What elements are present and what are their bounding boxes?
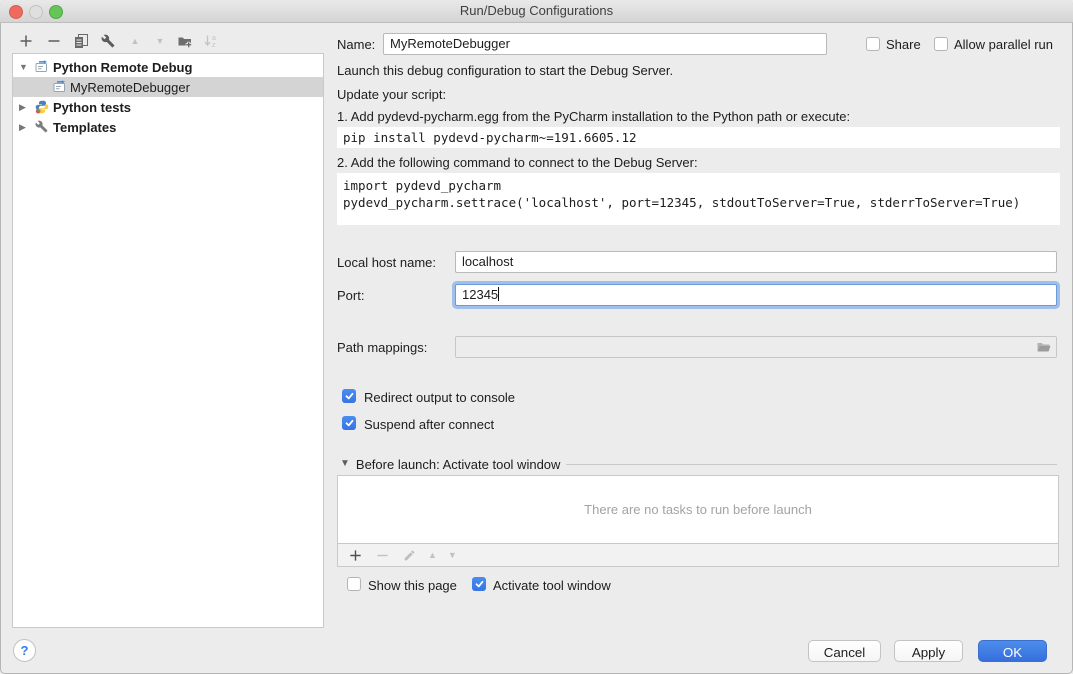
check-icon	[344, 418, 355, 428]
wrench-icon	[35, 120, 48, 136]
question-mark-icon: ?	[21, 643, 29, 658]
python-tests-icon	[35, 100, 49, 117]
wrench-icon	[101, 34, 115, 48]
browse-path-mappings-button[interactable]	[1036, 339, 1052, 355]
tree-item-python-remote-debug[interactable]: ▼ Python Remote Debug	[13, 57, 323, 77]
share-checkbox[interactable]	[866, 37, 880, 51]
svg-text:a: a	[212, 35, 216, 42]
move-up-button[interactable]: ▲	[127, 33, 143, 49]
text-cursor	[498, 287, 499, 301]
ok-button[interactable]: OK	[978, 640, 1047, 662]
cancel-button[interactable]: Cancel	[808, 640, 881, 662]
sort-alphabetically-icon: a z	[203, 33, 219, 49]
new-folder-button[interactable]	[177, 33, 193, 49]
run-config-icon	[35, 60, 48, 76]
close-button[interactable]	[9, 5, 23, 19]
pencil-icon	[403, 549, 416, 562]
suspend-after-connect-checkbox[interactable]	[342, 416, 356, 430]
path-mappings-label: Path mappings:	[337, 340, 427, 355]
name-input[interactable]: MyRemoteDebugger	[383, 33, 827, 55]
suspend-after-connect-label: Suspend after connect	[364, 417, 494, 432]
collapse-triangle-icon[interactable]: ▼	[340, 459, 350, 469]
move-task-up-button[interactable]: ▲	[428, 551, 437, 560]
minus-icon	[375, 548, 390, 563]
remove-configuration-button[interactable]	[46, 33, 62, 49]
path-mappings-input[interactable]	[455, 336, 1057, 358]
show-this-page-label: Show this page	[368, 578, 457, 593]
collapsed-chevron-icon[interactable]: ▶	[19, 102, 26, 113]
tree-item-python-tests[interactable]: ▶ Python tests	[13, 97, 323, 117]
sort-configurations-button[interactable]: a z	[203, 33, 219, 49]
allow-parallel-run-label: Allow parallel run	[954, 37, 1053, 52]
edit-task-button[interactable]	[401, 547, 417, 563]
task-list-toolbar: ▲ ▼	[338, 544, 1058, 566]
expanded-chevron-icon[interactable]: ▼	[19, 62, 28, 72]
pip-install-code-snippet[interactable]: pip install pydevd-pycharm~=191.6605.12	[337, 127, 1060, 148]
down-triangle-icon: ▼	[156, 37, 165, 46]
port-label: Port:	[337, 288, 364, 303]
local-host-name-label: Local host name:	[337, 255, 436, 270]
settrace-code-snippet[interactable]: import pydevd_pycharm pydevd_pycharm.set…	[337, 173, 1060, 225]
activate-tool-window-label: Activate tool window	[493, 578, 611, 593]
redirect-output-checkbox[interactable]	[342, 389, 356, 403]
instruction-step-1: 1. Add pydevd-pycharm.egg from the PyCha…	[337, 109, 850, 124]
share-label: Share	[886, 37, 921, 52]
open-folder-icon	[1036, 339, 1052, 355]
check-icon	[344, 391, 355, 401]
code-line: pydevd_pycharm.settrace('localhost', por…	[343, 194, 1060, 211]
show-this-page-checkbox[interactable]	[347, 577, 361, 591]
name-label: Name:	[337, 37, 375, 52]
section-divider-line	[566, 464, 1057, 465]
configurations-tree: ▼ Python Remote Debug MyRemoteDebugger ▶	[12, 53, 324, 628]
move-down-button[interactable]: ▼	[152, 33, 168, 49]
window-title: Run/Debug Configurations	[0, 0, 1073, 22]
title-bar: Run/Debug Configurations	[0, 0, 1073, 23]
copy-configuration-button[interactable]	[73, 33, 89, 49]
add-configuration-button[interactable]	[18, 33, 34, 49]
minus-icon	[46, 33, 62, 49]
plus-icon	[348, 548, 363, 563]
tree-item-label: MyRemoteDebugger	[70, 80, 190, 95]
before-launch-title: Before launch: Activate tool window	[356, 457, 561, 472]
collapsed-chevron-icon[interactable]: ▶	[19, 122, 26, 133]
tree-item-templates[interactable]: ▶ Templates	[13, 117, 323, 137]
edit-defaults-button[interactable]	[100, 33, 116, 49]
before-launch-task-list: There are no tasks to run before launch …	[337, 475, 1059, 567]
apply-button[interactable]: Apply	[894, 640, 963, 662]
code-line: import pydevd_pycharm	[343, 177, 1060, 194]
check-icon	[474, 579, 485, 589]
tree-item-myremotedebugger[interactable]: MyRemoteDebugger	[13, 77, 323, 97]
run-config-icon	[53, 80, 66, 96]
folder-plus-icon	[177, 33, 193, 49]
help-button[interactable]: ?	[13, 639, 36, 662]
move-task-down-button[interactable]: ▼	[448, 551, 457, 560]
remove-task-button[interactable]	[374, 547, 390, 563]
tree-item-label: Templates	[53, 120, 116, 135]
minimize-button[interactable]	[29, 5, 43, 19]
svg-text:z: z	[212, 42, 216, 49]
redirect-output-label: Redirect output to console	[364, 390, 515, 405]
copy-icon	[73, 33, 89, 49]
zoom-button[interactable]	[49, 5, 63, 19]
activate-tool-window-checkbox[interactable]	[472, 577, 486, 591]
run-debug-configurations-dialog: Run/Debug Configurations ▲ ▼ a z	[0, 0, 1073, 674]
allow-parallel-run-checkbox[interactable]	[934, 37, 948, 51]
tree-item-label: Python Remote Debug	[53, 60, 192, 75]
local-host-name-input[interactable]: localhost	[455, 251, 1057, 273]
add-task-button[interactable]	[347, 547, 363, 563]
instruction-line-2: Update your script:	[337, 87, 446, 102]
empty-task-list-message: There are no tasks to run before launch	[338, 476, 1058, 544]
tree-item-label: Python tests	[53, 100, 131, 115]
port-input[interactable]: 12345	[455, 284, 1057, 306]
up-triangle-icon: ▲	[131, 37, 140, 46]
plus-icon	[18, 33, 34, 49]
instruction-step-2: 2. Add the following command to connect …	[337, 155, 698, 170]
instruction-line-1: Launch this debug configuration to start…	[337, 63, 673, 78]
before-launch-section-header[interactable]: ▼ Before launch: Activate tool window	[340, 456, 1057, 472]
